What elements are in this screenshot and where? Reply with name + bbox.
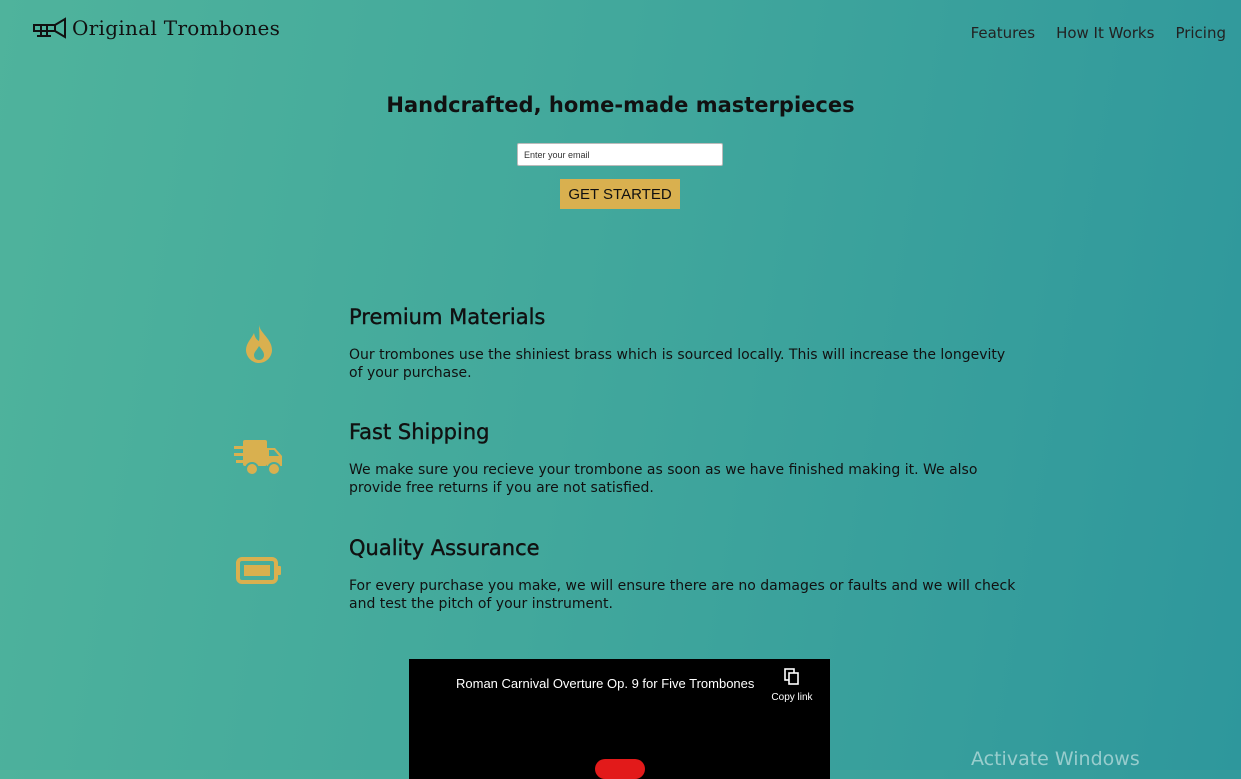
- nav-link-features[interactable]: Features: [971, 24, 1036, 42]
- trombone-icon: [33, 17, 66, 39]
- feature-text: Our trombones use the shiniest brass whi…: [349, 347, 1006, 381]
- feature-text: We make sure you recieve your trombone a…: [349, 462, 978, 496]
- battery-icon: [230, 548, 288, 594]
- copy-link-button[interactable]: Copy link: [767, 668, 817, 703]
- copy-link-label: Copy link: [771, 692, 813, 703]
- truck-icon: [230, 434, 288, 480]
- brand-logo[interactable]: Original Trombones: [32, 16, 280, 40]
- get-started-button[interactable]: GET STARTED: [560, 179, 680, 209]
- feature-title: Fast Shipping: [349, 420, 490, 444]
- nav-link-pricing[interactable]: Pricing: [1175, 24, 1226, 42]
- activate-windows-watermark: Activate Windows: [971, 748, 1140, 770]
- main-nav: Features How It Works Pricing: [971, 24, 1226, 42]
- play-button[interactable]: [595, 759, 645, 779]
- video-embed[interactable]: Roman Carnival Overture Op. 9 for Five T…: [409, 659, 830, 779]
- email-input[interactable]: [517, 143, 723, 166]
- video-title[interactable]: Roman Carnival Overture Op. 9 for Five T…: [456, 676, 754, 691]
- hero-title: Handcrafted, home-made masterpieces: [386, 93, 855, 117]
- feature-title: Premium Materials: [349, 305, 546, 329]
- site-header: Original Trombones Features How It Works…: [0, 0, 1241, 66]
- feature-title: Quality Assurance: [349, 536, 540, 560]
- copy-icon: [784, 668, 799, 685]
- brand-name: Original Trombones: [72, 16, 281, 40]
- fire-icon: [230, 321, 288, 367]
- nav-link-how-it-works[interactable]: How It Works: [1056, 24, 1154, 42]
- feature-text: For every purchase you make, we will ens…: [349, 578, 1016, 612]
